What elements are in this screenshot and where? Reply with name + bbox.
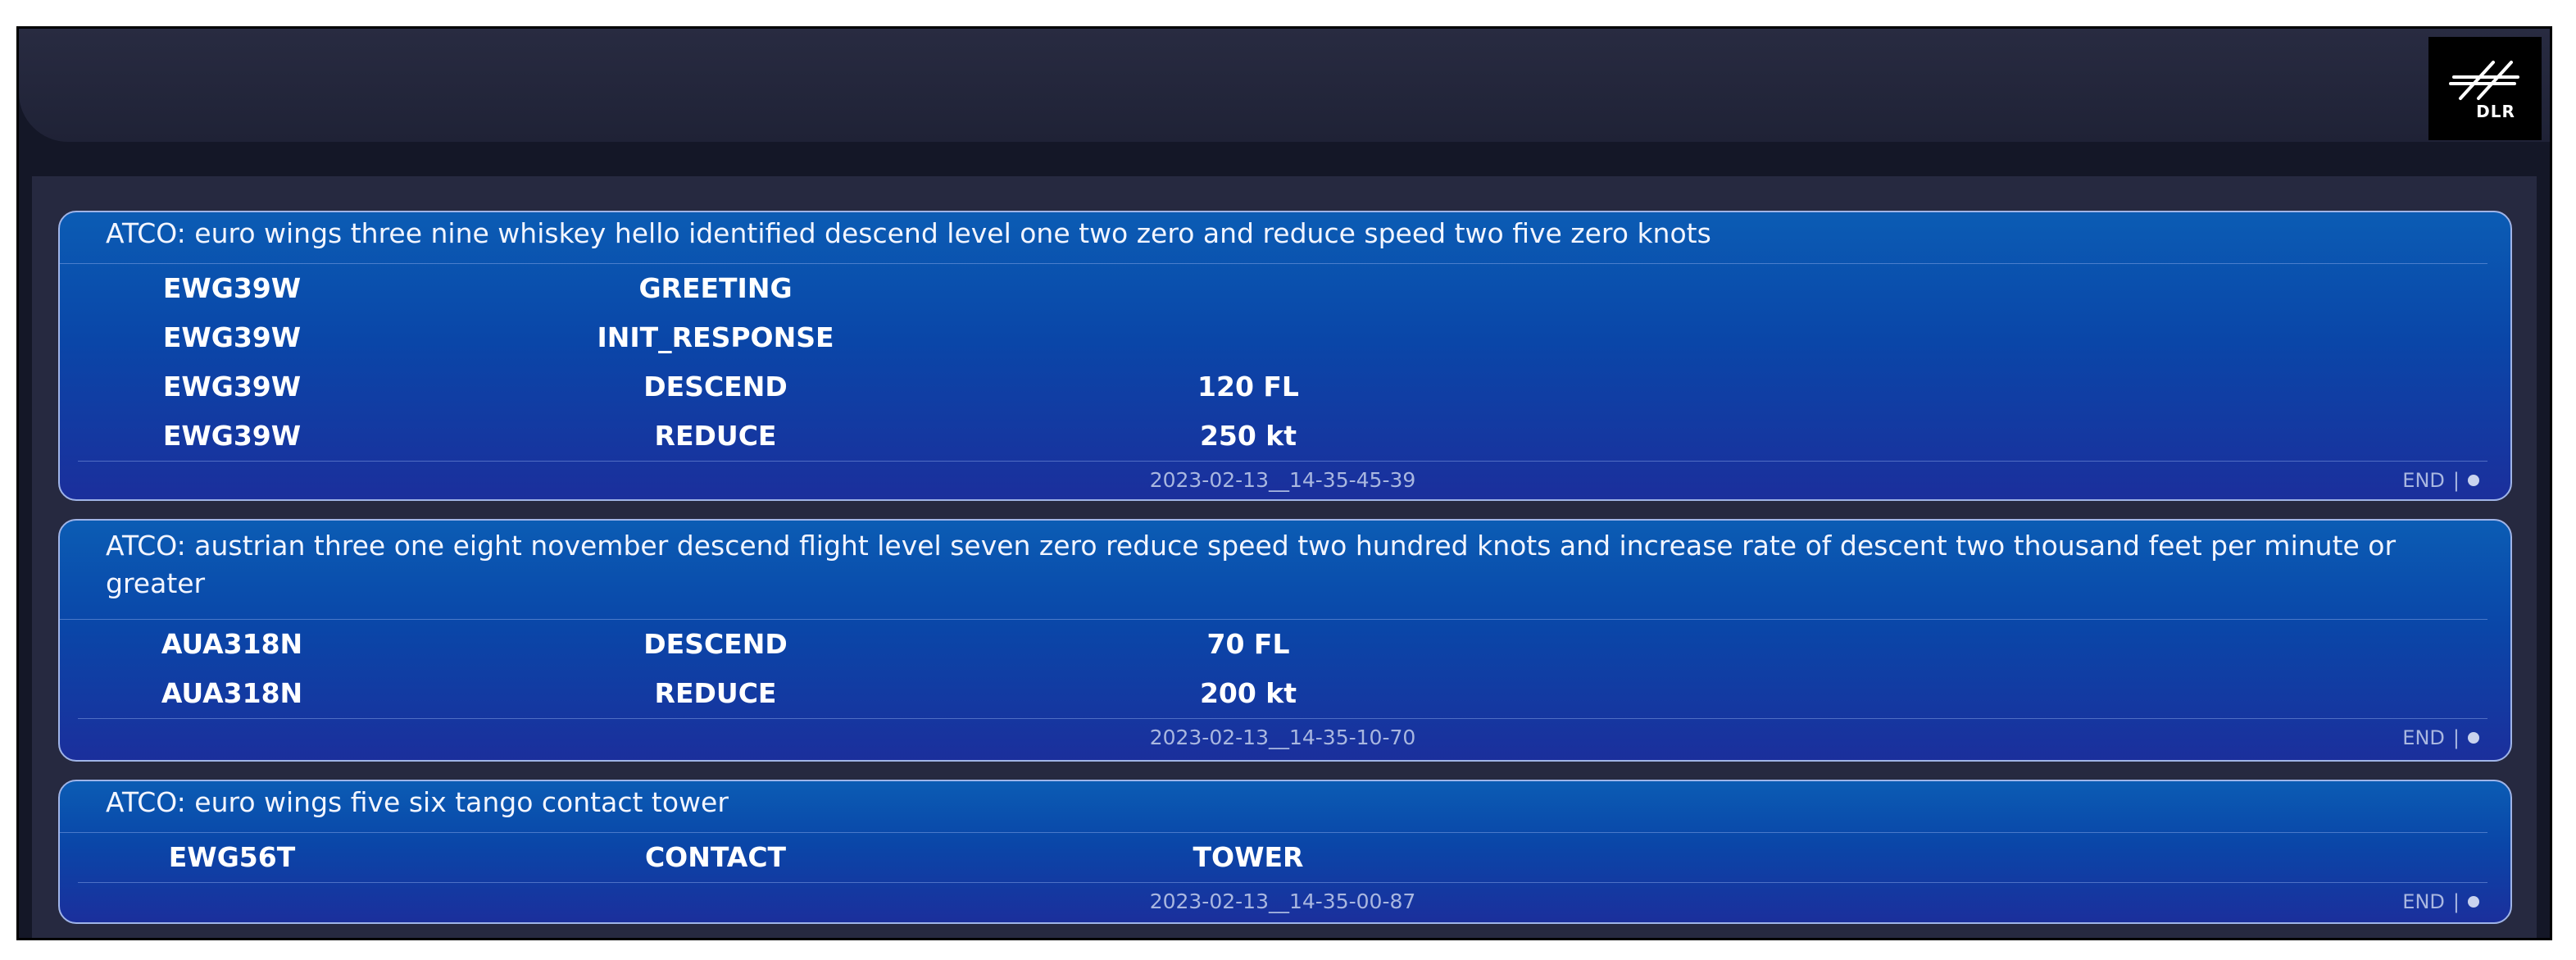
dlr-logo-icon (2449, 61, 2519, 100)
command-row: EWG39W REDUCE 250 kt (60, 412, 2510, 461)
end-marker[interactable]: END | (2402, 462, 2479, 499)
command: DESCEND (643, 371, 788, 403)
command-row: EWG39W GREETING (60, 264, 2510, 313)
command-row: EWG39W INIT_RESPONSE (60, 313, 2510, 362)
command-row: EWG56T CONTACT TOWER (60, 833, 2510, 882)
callsign: EWG39W (162, 420, 302, 452)
transcript-text: ATCO: austrian three one eight november … (60, 521, 2487, 620)
top-bar: DLR (19, 29, 2550, 142)
end-marker[interactable]: END | (2402, 719, 2479, 757)
command: INIT_RESPONSE (597, 321, 834, 353)
status-dot-icon[interactable] (2468, 475, 2479, 486)
command-row: EWG39W DESCEND 120 FL (60, 362, 2510, 412)
timestamp: 2023-02-13__14-35-10-70 (1149, 726, 1416, 749)
message-card[interactable]: ATCO: euro wings five six tango contact … (58, 780, 2512, 924)
status-dot-icon[interactable] (2468, 732, 2479, 744)
command-value: 120 FL (1197, 371, 1299, 403)
command: REDUCE (654, 420, 777, 452)
end-label: END (2402, 890, 2445, 913)
command-value: 200 kt (1199, 677, 1297, 709)
command-row: AUA318N REDUCE 200 kt (60, 669, 2510, 718)
command-value: 250 kt (1199, 420, 1297, 452)
timestamp: 2023-02-13__14-35-00-87 (1149, 889, 1416, 913)
command: CONTACT (644, 841, 787, 873)
app-window: DLR ATCO: euro wings three nine whiskey … (16, 26, 2552, 940)
callsign: AUA318N (161, 628, 303, 660)
message-card[interactable]: ATCO: euro wings three nine whiskey hell… (58, 211, 2512, 501)
card-footer: 2023-02-13__14-35-45-39 END | (78, 461, 2487, 499)
transcript-text: ATCO: euro wings three nine whiskey hell… (60, 212, 2487, 264)
separator: | (2452, 890, 2460, 913)
message-panel: ATCO: euro wings three nine whiskey hell… (32, 176, 2537, 938)
card-footer: 2023-02-13__14-35-00-87 END | (78, 882, 2487, 922)
command-row: AUA318N DESCEND 70 FL (60, 620, 2510, 669)
command: DESCEND (643, 628, 788, 660)
transcript-text: ATCO: euro wings five six tango contact … (60, 781, 2487, 833)
command: GREETING (638, 272, 793, 304)
end-label: END (2402, 726, 2445, 749)
callsign: EWG56T (168, 841, 296, 873)
dlr-logo: DLR (2428, 37, 2542, 140)
command-value: TOWER (1193, 841, 1304, 873)
status-dot-icon[interactable] (2468, 896, 2479, 908)
command-value (1125, 313, 1371, 362)
timestamp: 2023-02-13__14-35-45-39 (1149, 468, 1416, 492)
command-value (1125, 264, 1371, 313)
command-value: 70 FL (1206, 628, 1290, 660)
callsign: AUA318N (161, 677, 303, 709)
message-card[interactable]: ATCO: austrian three one eight november … (58, 519, 2512, 762)
end-label: END (2402, 469, 2445, 492)
callsign: EWG39W (162, 321, 302, 353)
separator: | (2452, 726, 2460, 749)
separator: | (2452, 469, 2460, 492)
command: REDUCE (654, 677, 777, 709)
callsign: EWG39W (162, 371, 302, 403)
logo-text: DLR (2476, 102, 2515, 121)
callsign: EWG39W (162, 272, 302, 304)
end-marker[interactable]: END | (2402, 883, 2479, 921)
card-footer: 2023-02-13__14-35-10-70 END | (78, 718, 2487, 758)
